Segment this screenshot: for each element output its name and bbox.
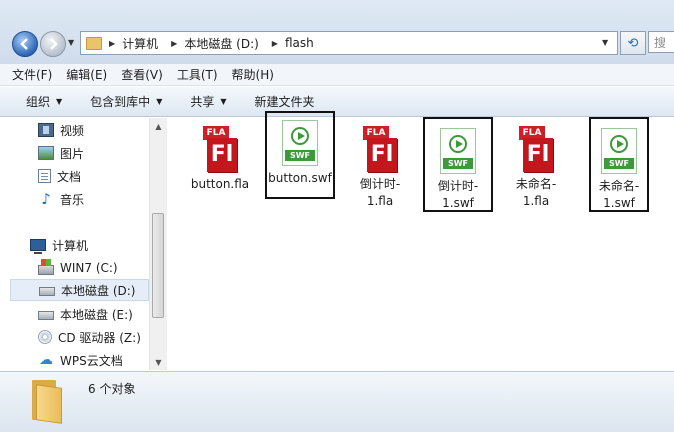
nav-item-drive-d[interactable]: 本地磁盘 (D:) <box>10 279 149 301</box>
item-count: 6 个对象 <box>88 382 136 396</box>
navigation-scrollbar[interactable]: ▲ ▼ <box>149 118 167 370</box>
scroll-up-icon[interactable]: ▲ <box>150 118 167 134</box>
folder-icon <box>86 36 102 50</box>
arrow-left-icon <box>20 38 28 50</box>
windows-drive-icon <box>38 259 54 275</box>
menu-help[interactable]: 帮助(H) <box>232 66 274 83</box>
fla-file-icon: FLA Fl <box>518 126 554 172</box>
menu-tools[interactable]: 工具(T) <box>177 66 218 83</box>
breadcrumb-separator-icon[interactable]: ▶ <box>109 39 115 48</box>
address-toolbar: ▼ ▶ 计算机 ▶ 本地磁盘 (D:) ▶ flash ▼ ⟲ 搜 <box>0 0 674 65</box>
breadcrumb-drive-d[interactable]: 本地磁盘 (D:) <box>184 35 258 52</box>
nav-item-label: CD 驱动器 (Z:) <box>58 330 141 345</box>
swf-file-icon: SWF <box>282 120 318 166</box>
nav-item-label: 本地磁盘 (E:) <box>60 307 133 322</box>
recent-pages-dropdown[interactable]: ▼ <box>68 38 76 47</box>
nav-item-label: 音乐 <box>60 192 85 207</box>
fla-icon-mark: Fl <box>523 138 553 172</box>
nav-item-label: 计算机 <box>52 238 89 253</box>
fla-icon-mark: Fl <box>207 138 237 172</box>
hard-drive-icon <box>39 287 55 296</box>
nav-item-label: 本地磁盘 (D:) <box>61 283 136 298</box>
file-name: 未命名-1.swf <box>598 179 640 210</box>
video-library-icon <box>38 123 54 137</box>
breadcrumb-flash[interactable]: flash <box>285 36 314 50</box>
swf-icon-label: SWF <box>285 150 315 161</box>
fla-file-icon: FLA Fl <box>362 126 398 172</box>
menu-edit[interactable]: 编辑(E) <box>66 66 107 83</box>
breadcrumb-separator-icon[interactable]: ▶ <box>272 39 278 48</box>
command-bar: 组织 ▼ 包含到库中 ▼ 共享 ▼ 新建文件夹 <box>0 87 674 117</box>
file-list: FLA Fl button.fla SWF button.swf FLA Fl … <box>167 111 674 370</box>
cd-drive-icon <box>38 330 52 344</box>
play-triangle-icon <box>298 132 305 140</box>
music-note-icon: ♪ <box>41 190 51 208</box>
nav-item-label: WPS云文档 <box>60 353 123 368</box>
file-name: button.swf <box>268 171 332 185</box>
breadcrumb-computer[interactable]: 计算机 <box>122 35 158 52</box>
swf-file-icon: SWF <box>601 128 637 174</box>
organize-label: 组织 <box>26 95 51 109</box>
swf-icon-label: SWF <box>443 158 473 169</box>
computer-icon <box>30 239 46 254</box>
search-input[interactable]: 搜 <box>648 31 674 53</box>
include-in-library-label: 包含到库中 <box>90 95 151 109</box>
scroll-down-icon[interactable]: ▼ <box>150 354 167 370</box>
file-name: button.fla <box>190 177 250 191</box>
refresh-icon: ⟲ <box>627 35 639 51</box>
details-pane: 6 个对象 <box>0 371 674 432</box>
menu-file[interactable]: 文件(F) <box>12 66 52 83</box>
folder-icon <box>28 380 64 424</box>
menu-view[interactable]: 查看(V) <box>121 66 163 83</box>
fla-file-icon: FLA Fl <box>202 126 238 172</box>
new-folder-button[interactable]: 新建文件夹 <box>255 93 315 110</box>
swf-file-icon: SWF <box>440 128 476 174</box>
document-library-icon <box>38 169 51 183</box>
fla-icon-mark: Fl <box>367 138 397 172</box>
nav-item-label: 文档 <box>57 169 82 184</box>
file-name: 倒计时-1.swf <box>437 179 479 210</box>
chevron-down-icon: ▼ <box>156 97 163 106</box>
file-item[interactable]: FLA Fl button.fla <box>185 126 255 212</box>
picture-library-icon <box>38 146 54 160</box>
share-button[interactable]: 共享 ▼ <box>190 93 226 110</box>
refresh-button[interactable]: ⟲ <box>620 31 646 55</box>
file-item[interactable]: FLA Fl 倒计时-1.fla <box>345 126 415 212</box>
chevron-down-icon: ▼ <box>220 97 227 106</box>
file-item[interactable]: SWF 倒计时-1.swf <box>423 117 493 212</box>
file-item[interactable]: SWF button.swf <box>265 111 335 199</box>
navigation-pane: 视频 图片 文档 ♪ 音乐 计算机 WIN7 (C:) 本地磁盘 (D:) 本地… <box>0 118 166 370</box>
cloud-icon: ☁ <box>39 352 53 368</box>
address-bar[interactable]: ▶ 计算机 ▶ 本地磁盘 (D:) ▶ flash <box>80 31 618 55</box>
file-item[interactable]: SWF 未命名-1.swf <box>589 117 649 212</box>
scrollbar-thumb[interactable] <box>152 213 164 318</box>
play-triangle-icon <box>617 140 624 148</box>
chevron-down-icon: ▼ <box>56 97 63 106</box>
organize-button[interactable]: 组织 ▼ <box>26 93 62 110</box>
hard-drive-icon <box>38 311 54 320</box>
swf-icon-label: SWF <box>604 158 634 169</box>
play-triangle-icon <box>456 140 463 148</box>
file-name: 倒计时-1.fla <box>359 177 401 208</box>
address-dropdown-icon[interactable]: ▼ <box>602 38 608 47</box>
menu-bar: 文件(F) 编辑(E) 查看(V) 工具(T) 帮助(H) <box>0 64 674 86</box>
nav-item-label: 视频 <box>60 123 85 138</box>
nav-item-label: WIN7 (C:) <box>60 261 118 275</box>
share-label: 共享 <box>190 95 215 109</box>
breadcrumb-separator-icon[interactable]: ▶ <box>171 39 177 48</box>
arrow-right-icon <box>50 38 58 50</box>
back-button[interactable] <box>12 31 38 57</box>
include-in-library-button[interactable]: 包含到库中 ▼ <box>90 93 162 110</box>
file-item[interactable]: FLA Fl 未命名-1.fla <box>501 126 571 212</box>
nav-item-label: 图片 <box>60 146 85 161</box>
file-name: 未命名-1.fla <box>515 177 557 208</box>
forward-button[interactable] <box>40 31 66 57</box>
